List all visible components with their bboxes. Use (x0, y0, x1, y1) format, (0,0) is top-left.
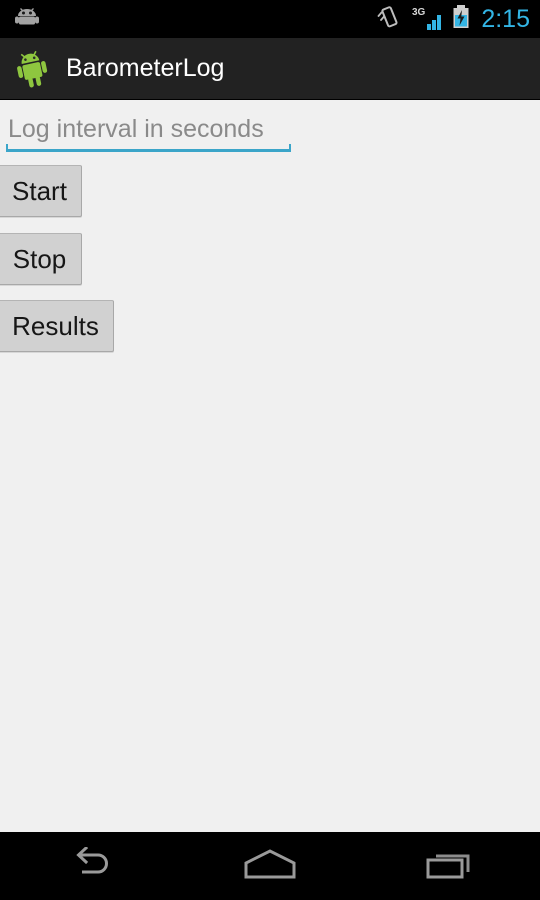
nav-recents-button[interactable] (360, 832, 540, 900)
home-icon (241, 847, 299, 886)
navigation-bar (0, 832, 540, 900)
log-interval-field-wrapper (6, 110, 291, 152)
start-button[interactable]: Start (0, 165, 82, 217)
stop-button[interactable]: Stop (0, 233, 82, 285)
log-interval-input[interactable] (6, 110, 291, 148)
nav-back-button[interactable] (0, 832, 180, 900)
android-notification-icon (14, 7, 40, 32)
action-bar: BarometerLog (0, 38, 540, 100)
status-bar: 3G 2:15 (0, 0, 540, 38)
input-underline (6, 144, 291, 152)
status-bar-notifications (14, 7, 40, 32)
status-bar-clock: 2:15 (481, 4, 530, 33)
network-type-label: 3G (412, 7, 426, 18)
battery-charging-icon (452, 4, 470, 35)
status-bar-system-icons: 3G 2:15 (376, 4, 530, 35)
app-title: BarometerLog (66, 54, 225, 82)
recent-apps-icon (424, 846, 476, 887)
nav-home-button[interactable] (180, 832, 360, 900)
android-robot-icon (14, 49, 50, 89)
results-button[interactable]: Results (0, 300, 114, 352)
signal-bars-icon: 3G (411, 6, 443, 32)
android-screen: 3G 2:15 BarometerLog Log interval in sec… (0, 0, 540, 900)
main-content: Start Stop Results (0, 101, 540, 832)
back-arrow-icon (64, 845, 116, 886)
vibrate-icon (376, 4, 402, 35)
